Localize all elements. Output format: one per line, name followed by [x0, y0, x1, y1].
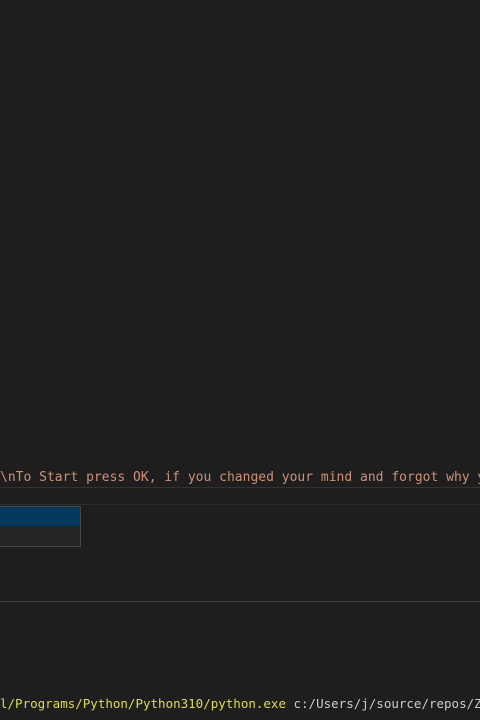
suggest-item[interactable]	[0, 526, 80, 545]
terminal-script-path: c:/Users/j/source/repos/ZTypeA	[293, 696, 480, 711]
terminal-command-line: l/Programs/Python/Python310/python.exe c…	[0, 694, 480, 714]
editor-area[interactable]: \nTo Start press OK, if you changed your…	[0, 0, 480, 600]
suggest-item-selected[interactable]	[0, 507, 80, 526]
code-line-string[interactable]: \nTo Start press OK, if you changed your…	[0, 468, 480, 488]
code-line-underline	[0, 487, 480, 488]
suggest-widget[interactable]	[0, 506, 81, 547]
editor-divider	[0, 504, 480, 505]
terminal-python-path: l/Programs/Python/Python310/python.exe	[0, 696, 286, 711]
